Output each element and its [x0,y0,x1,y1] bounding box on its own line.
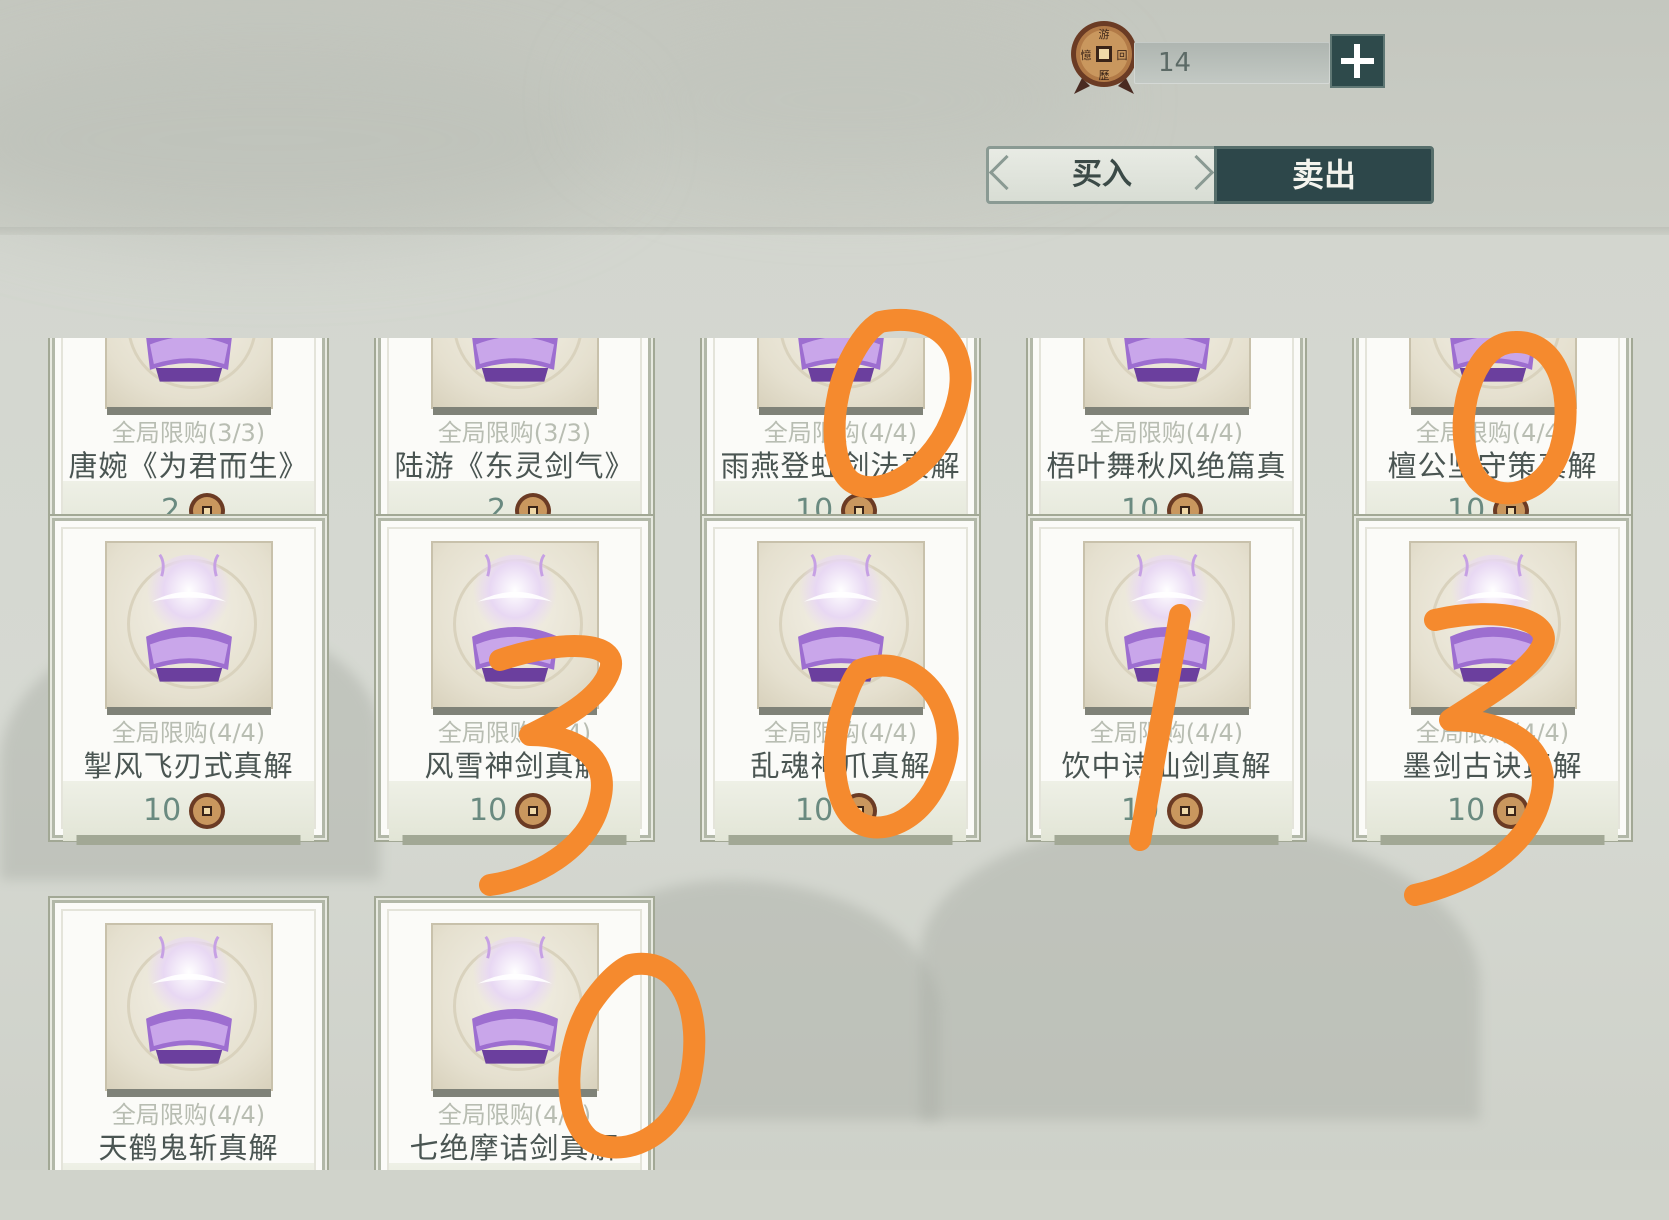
item-price: 10 [1121,793,1160,828]
item-card[interactable]: 全局限购(4/4) 风雪神剑真解 10 [378,518,651,845]
coin-icon [189,793,225,829]
coin-icon [1167,793,1203,829]
item-price: 10 [1447,793,1486,828]
item-card[interactable]: 全局限购(4/4) 饮中诗仙剑真解 10 [1030,518,1303,845]
item-name: 雨燕登虹剑法真解 [720,449,961,483]
item-name: 墨剑古诀真解 [1402,749,1583,783]
item-name: 檀公坚守策真解 [1387,449,1598,483]
svg-text:歷: 歷 [1099,69,1110,82]
item-card[interactable]: 全局限购(4/4) 乱魂神爪真解 10 [704,518,977,845]
item-name: 饮中诗仙剑真解 [1061,749,1272,783]
item-price: 10 [143,793,182,828]
bottom-bar [0,1170,1669,1220]
svg-text:回: 回 [1117,49,1128,62]
coin-icon [1493,793,1529,829]
currency-value: 14 [1158,48,1192,78]
item-price: 10 [469,793,508,828]
secret-book-icon [1409,338,1577,415]
price-strip: 10 [1367,781,1618,841]
secret-book-icon [431,541,599,715]
trade-tabs: 买入 卖出 [986,146,1446,206]
secret-book-icon [431,923,599,1097]
price-strip: 10 [63,1163,314,1170]
item-name: 乱魂神爪真解 [750,749,931,783]
svg-text:憶: 憶 [1081,48,1092,62]
price-strip: 10 [389,1163,640,1170]
item-card[interactable]: 全局限购(4/4) 梧叶舞秋风绝篇真解 10 [1030,338,1303,545]
add-currency-button[interactable] [1330,34,1385,88]
item-card[interactable]: 全局限购(4/4) 掣风飞刃式真解 10 [52,518,325,845]
item-price: 10 [795,793,834,828]
secret-book-icon [757,338,925,415]
coin-icon: 游 歷 憶 回 [1071,21,1137,94]
tab-buy-label: 买入 [1072,157,1132,192]
secret-book-icon [431,338,599,415]
secret-book-icon [105,338,273,415]
item-name: 风雪神剑真解 [424,749,605,783]
secret-book-icon [757,541,925,715]
coin-icon [515,793,551,829]
item-card[interactable]: 全局限购(4/4) 七绝摩诘剑真解 10 [378,900,651,1170]
item-name: 唐婉《为君而生》 [68,449,309,483]
price-strip: 10 [389,781,640,841]
item-name: 掣风飞刃式真解 [83,749,294,783]
secret-book-icon [105,923,273,1097]
tab-sell[interactable]: 卖出 [1214,146,1434,204]
item-card[interactable]: 全局限购(3/3) 陆游《东灵剑气》 2 [378,338,651,545]
secret-book-icon [1409,541,1577,715]
svg-text:游: 游 [1099,28,1110,41]
item-name: 七绝摩诘剑真解 [409,1131,620,1165]
secret-book-icon [105,541,273,715]
price-strip: 10 [63,781,314,841]
price-strip: 10 [715,781,966,841]
item-card[interactable]: 全局限购(4/4) 檀公坚守策真解 10 [1356,338,1629,545]
item-card[interactable]: 全局限购(4/4) 雨燕登虹剑法真解 10 [704,338,977,545]
item-card[interactable]: 全局限购(4/4) 墨剑古诀真解 10 [1356,518,1629,845]
item-card[interactable]: 全局限购(3/3) 唐婉《为君而生》 2 [52,338,325,545]
item-grid: 全局限购(3/3) 唐婉《为君而生》 2 全局限购(3/3) 陆游《东灵剑气》 … [0,338,1669,1170]
coin-icon [841,793,877,829]
price-strip: 10 [1041,781,1292,841]
secret-book-icon [1083,541,1251,715]
currency-display: 14 [1134,42,1330,84]
item-card[interactable]: 全局限购(4/4) 天鹤鬼斩真解 10 [52,900,325,1170]
item-name: 天鹤鬼斩真解 [98,1131,279,1165]
tab-sell-label: 卖出 [1291,156,1356,194]
item-name: 陆游《东灵剑气》 [394,449,635,483]
secret-book-icon [1083,338,1251,415]
